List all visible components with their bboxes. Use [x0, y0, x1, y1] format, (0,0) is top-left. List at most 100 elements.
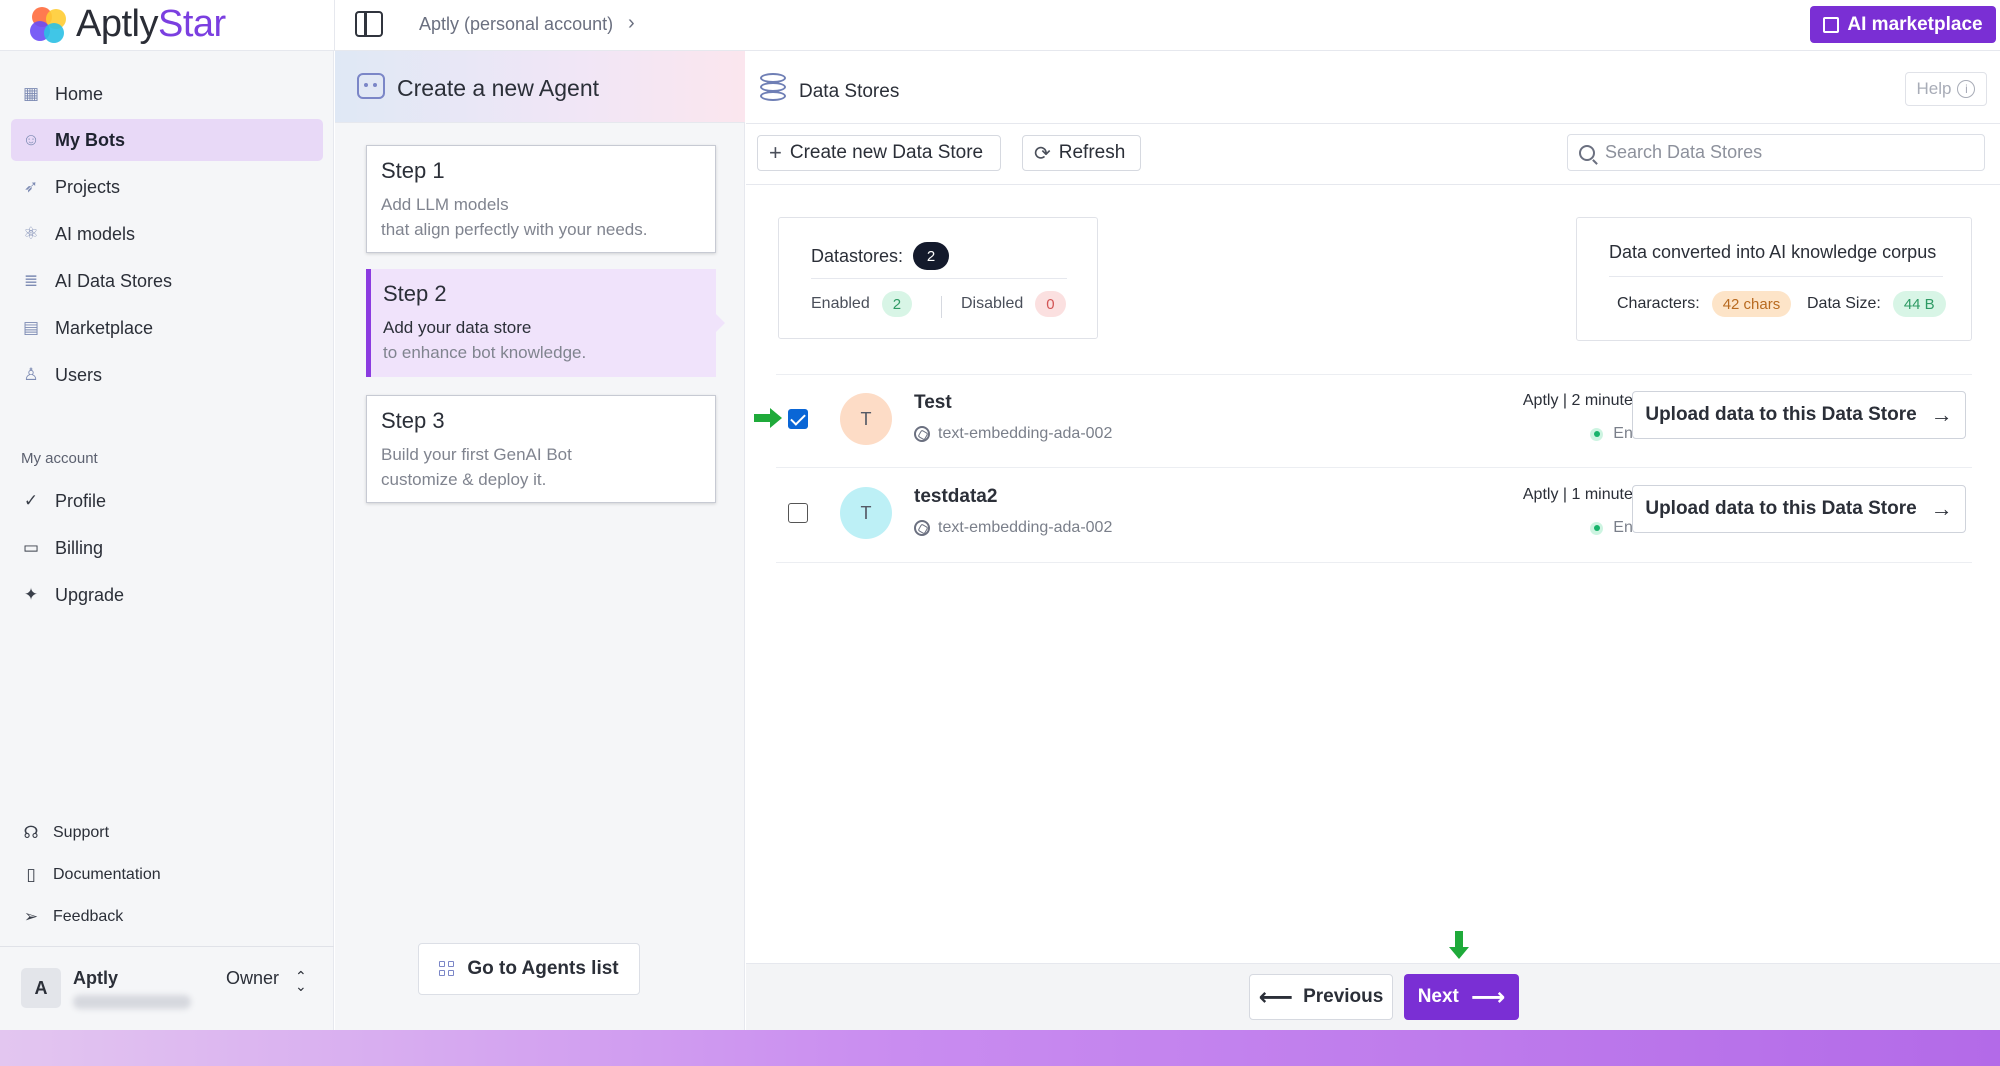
- annotation-arrow-right-icon: [754, 408, 782, 428]
- avatar[interactable]: A: [21, 968, 61, 1008]
- chevron-up-down-icon[interactable]: ⌃ ⌄: [295, 969, 307, 993]
- previous-button[interactable]: ⟵ Previous: [1249, 974, 1393, 1020]
- sidebar-item-documentation[interactable]: ▯ Documentation: [21, 865, 160, 885]
- headset-icon: ☊: [23, 823, 39, 842]
- status-dot-icon: [1590, 427, 1604, 441]
- create-data-store-button[interactable]: + Create new Data Store: [757, 135, 1001, 171]
- search-input[interactable]: [1605, 142, 1965, 163]
- bot-icon: ☺: [22, 130, 40, 149]
- divider: [1609, 276, 1943, 277]
- sidebar-item-my-bots[interactable]: ☺ My Bots: [11, 119, 323, 161]
- sidebar-item-profile[interactable]: ✓ Profile: [11, 480, 323, 522]
- sidebar-item-ai-models[interactable]: ⚛ AI models: [11, 213, 323, 255]
- sidebar: ▦ Home ☺ My Bots ➶ Projects ⚛ AI models …: [0, 51, 334, 1030]
- arrow-right-icon: →: [1930, 402, 1953, 427]
- sidebar-item-users[interactable]: ♙ Users: [11, 354, 323, 396]
- openai-icon: [914, 520, 930, 536]
- top-bar: AptlyStar Aptly (personal account) › AI …: [0, 0, 2000, 51]
- steps-title: Create a new Agent: [397, 75, 600, 101]
- grid-icon: [439, 961, 455, 977]
- sidebar-toggle-icon[interactable]: [355, 11, 383, 37]
- datastore-name: testdata2: [914, 486, 998, 507]
- step-1-card[interactable]: Step 1 Add LLM models that align perfect…: [366, 145, 716, 253]
- card-icon: ▭: [22, 538, 40, 557]
- step-title: Step 2: [383, 281, 447, 306]
- toolbar: + Create new Data Store ⟳ Refresh: [746, 124, 2000, 185]
- page-title: Data Stores: [799, 81, 900, 102]
- list-item[interactable]: T testdata2 text-embedding-ada-002 Aptly…: [776, 469, 1972, 563]
- sidebar-item-support[interactable]: ☊ Support: [21, 823, 109, 843]
- next-button[interactable]: Next ⟶: [1404, 974, 1519, 1020]
- datastore-name: Test: [914, 392, 952, 413]
- datastore-avatar: T: [840, 393, 892, 445]
- corpus-title: Data converted into AI knowledge corpus: [1609, 242, 1937, 262]
- refresh-icon: ⟳: [1034, 142, 1051, 165]
- sidebar-item-feedback[interactable]: ➢ Feedback: [21, 907, 123, 927]
- user-email-blurred: [73, 995, 191, 1009]
- disabled-row: Disabled 0: [961, 291, 1066, 317]
- steps-panel: Create a new Agent Step 1 Add LLM models…: [335, 51, 745, 1030]
- go-to-agents-list-button[interactable]: Go to Agents list: [418, 943, 640, 995]
- arrow-left-icon: ⟵: [1258, 983, 1294, 1011]
- app-logo[interactable]: AptlyStar: [28, 3, 226, 46]
- step-title: Step 3: [381, 408, 445, 433]
- ai-marketplace-button[interactable]: AI marketplace: [1810, 6, 1996, 43]
- openai-icon: [914, 426, 930, 442]
- step-description: to enhance bot knowledge.: [383, 343, 587, 362]
- user-role: Owner: [226, 968, 280, 988]
- database-icon: [760, 73, 786, 103]
- upload-data-button[interactable]: Upload data to this Data Store →: [1632, 485, 1966, 533]
- characters-row: Characters: 42 chars: [1617, 291, 1792, 317]
- divider: [811, 278, 1067, 279]
- main-panel: Data Stores Help i + Create new Data Sto…: [746, 51, 2000, 1030]
- arrow-right-icon: ⟶: [1470, 983, 1506, 1011]
- sidebar-item-ai-data-stores[interactable]: ≣ AI Data Stores: [11, 260, 323, 302]
- send-icon: ➢: [23, 907, 39, 926]
- home-icon: ▦: [22, 84, 40, 103]
- datastores-count-badge: 2: [913, 242, 950, 270]
- profile-icon: ✓: [23, 491, 39, 510]
- divider: [334, 0, 335, 51]
- sidebar-item-projects[interactable]: ➶ Projects: [11, 166, 323, 208]
- disabled-count-badge: 0: [1035, 291, 1066, 317]
- list-item[interactable]: T Test text-embedding-ada-002 Aptly | 2 …: [776, 374, 1972, 468]
- breadcrumb-account[interactable]: Aptly (personal account): [419, 14, 613, 35]
- user-icon: ♙: [23, 365, 39, 384]
- divider: [941, 296, 942, 318]
- main-header: Data Stores Help i: [746, 51, 2000, 124]
- sidebar-item-upgrade[interactable]: ✦ Upgrade: [11, 574, 323, 616]
- step-description: Add your data store: [383, 318, 532, 337]
- store-icon: ▤: [22, 318, 40, 337]
- help-button[interactable]: Help i: [1905, 72, 1987, 106]
- divider: [0, 946, 334, 947]
- step-description: customize & deploy it.: [381, 470, 547, 489]
- datastore-checkbox[interactable]: [788, 503, 808, 523]
- step-description: that align perfectly with your needs.: [381, 220, 648, 239]
- data-size-badge: 44 B: [1892, 291, 1946, 317]
- book-icon: ▯: [26, 865, 36, 884]
- datastores-stats-card: Datastores: 2 Enabled 2 Disabled 0: [778, 217, 1098, 339]
- user-name: Aptly: [73, 968, 118, 988]
- sidebar-item-billing[interactable]: ▭ Billing: [11, 527, 323, 569]
- sidebar-item-home[interactable]: ▦ Home: [11, 73, 323, 115]
- sidebar-item-marketplace[interactable]: ▤ Marketplace: [11, 307, 323, 349]
- datastore-model: text-embedding-ada-002: [914, 519, 1112, 537]
- wizard-footer: ⟵ Previous Next ⟶: [746, 963, 2000, 1030]
- robot-icon: [357, 73, 385, 99]
- step-3-card[interactable]: Step 3 Build your first GenAI Bot custom…: [366, 395, 716, 503]
- plus-icon: +: [769, 140, 782, 165]
- database-icon: ≣: [23, 271, 39, 290]
- datastore-avatar: T: [840, 487, 892, 539]
- marketplace-icon: [1823, 16, 1840, 33]
- sparkle-icon: ✦: [23, 585, 39, 604]
- search-box[interactable]: [1567, 134, 1985, 171]
- steps-header: Create a new Agent: [335, 51, 745, 123]
- atom-icon: ⚛: [23, 224, 39, 243]
- step-2-card[interactable]: Step 2 Add your data store to enhance bo…: [366, 269, 725, 377]
- refresh-button[interactable]: ⟳ Refresh: [1022, 135, 1141, 171]
- upload-data-button[interactable]: Upload data to this Data Store →: [1632, 391, 1966, 439]
- datastores-count-row: Datastores: 2: [811, 242, 950, 270]
- logo-text: AptlyStar: [76, 3, 226, 45]
- datastore-checkbox[interactable]: [788, 409, 808, 429]
- knowledge-corpus-card: Data converted into AI knowledge corpus …: [1576, 217, 1972, 341]
